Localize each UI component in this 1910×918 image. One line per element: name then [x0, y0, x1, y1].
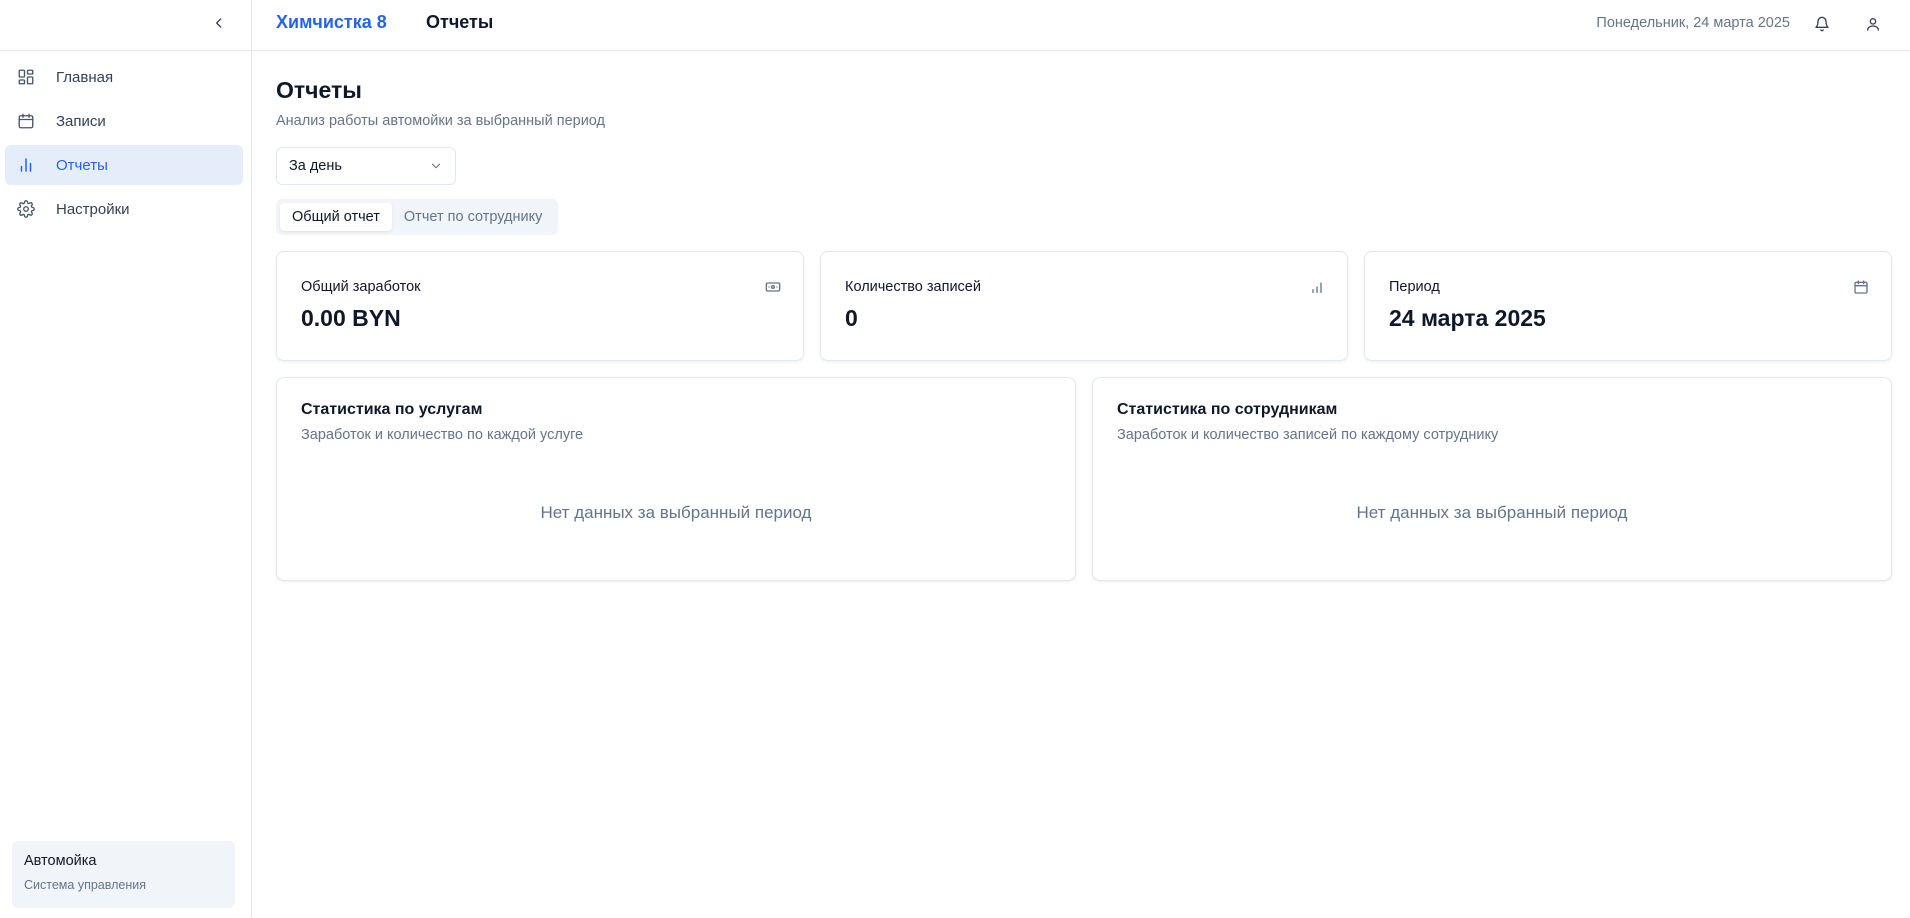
period-select[interactable]: За день	[276, 147, 456, 185]
sidebar-nav: Главная Записи Отчеты Настройки	[5, 57, 243, 233]
tab-general-report[interactable]: Общий отчет	[280, 203, 392, 231]
bell-icon[interactable]	[1811, 13, 1833, 35]
page-breadcrumb: Отчеты	[426, 12, 494, 32]
stat-value: 0	[845, 305, 858, 331]
sidebar-item-settings[interactable]: Настройки	[5, 189, 243, 229]
stat-label: Период	[1389, 279, 1440, 295]
calendar-icon	[16, 111, 36, 131]
bar-chart-icon	[16, 155, 36, 175]
page-subtitle: Анализ работы автомойки за выбранный пер…	[276, 113, 605, 129]
stat-value: 24 марта 2025	[1389, 305, 1546, 331]
employees-stats-panel: Статистика по сотрудникам Заработок и ко…	[1092, 377, 1892, 581]
tab-employee-report[interactable]: Отчет по сотруднику	[392, 203, 554, 231]
panel-title: Статистика по услугам	[301, 401, 483, 418]
brand-title[interactable]: Химчистка 8	[276, 12, 387, 33]
panel-subtitle: Заработок и количество по каждой услуге	[301, 427, 584, 443]
org-card: Автомойка Система управления	[12, 841, 235, 908]
sidebar-divider	[0, 50, 252, 51]
services-stats-panel: Статистика по услугам Заработок и количе…	[276, 377, 1076, 581]
bar-chart-icon	[1309, 279, 1325, 295]
report-tabs: Общий отчет Отчет по сотруднику	[276, 199, 559, 235]
period-select-value: За день	[289, 158, 342, 174]
org-subtitle: Система управления	[24, 878, 146, 892]
user-icon[interactable]	[1862, 13, 1884, 35]
empty-state: Нет данных за выбранный период	[540, 503, 812, 522]
panel-title: Статистика по сотрудникам	[1117, 401, 1338, 418]
sidebar-item-reports[interactable]: Отчеты	[5, 145, 243, 185]
empty-state: Нет данных за выбранный период	[1356, 503, 1628, 522]
sidebar: Главная Записи Отчеты Настройки Автомойк…	[0, 0, 252, 918]
page-title: Отчеты	[276, 77, 362, 103]
sidebar-item-label: Отчеты	[56, 156, 108, 174]
org-name: Автомойка	[24, 853, 97, 869]
panel-subtitle: Заработок и количество записей по каждом…	[1117, 427, 1499, 443]
chevron-left-icon[interactable]	[208, 12, 230, 34]
stat-value: 0.00 BYN	[301, 305, 401, 331]
dashboard-icon	[16, 67, 36, 87]
stat-card-period: Период 24 марта 2025	[1364, 251, 1892, 361]
banknote-icon	[765, 279, 781, 295]
stat-card-earnings: Общий заработок 0.00 BYN	[276, 251, 804, 361]
stat-label: Количество записей	[845, 279, 981, 295]
topbar: Химчистка 8 Отчеты Понедельник, 24 марта…	[252, 0, 1910, 51]
sidebar-item-label: Настройки	[56, 200, 130, 218]
calendar-icon	[1853, 279, 1869, 295]
sidebar-item-records[interactable]: Записи	[5, 101, 243, 141]
sidebar-item-label: Записи	[56, 112, 106, 130]
sidebar-item-home[interactable]: Главная	[5, 57, 243, 97]
current-date: Понедельник, 24 марта 2025	[1596, 15, 1790, 31]
gear-icon	[16, 199, 36, 219]
chevron-down-icon	[429, 159, 443, 173]
sidebar-item-label: Главная	[56, 68, 114, 86]
stat-label: Общий заработок	[301, 279, 421, 295]
stat-card-records: Количество записей 0	[820, 251, 1348, 361]
